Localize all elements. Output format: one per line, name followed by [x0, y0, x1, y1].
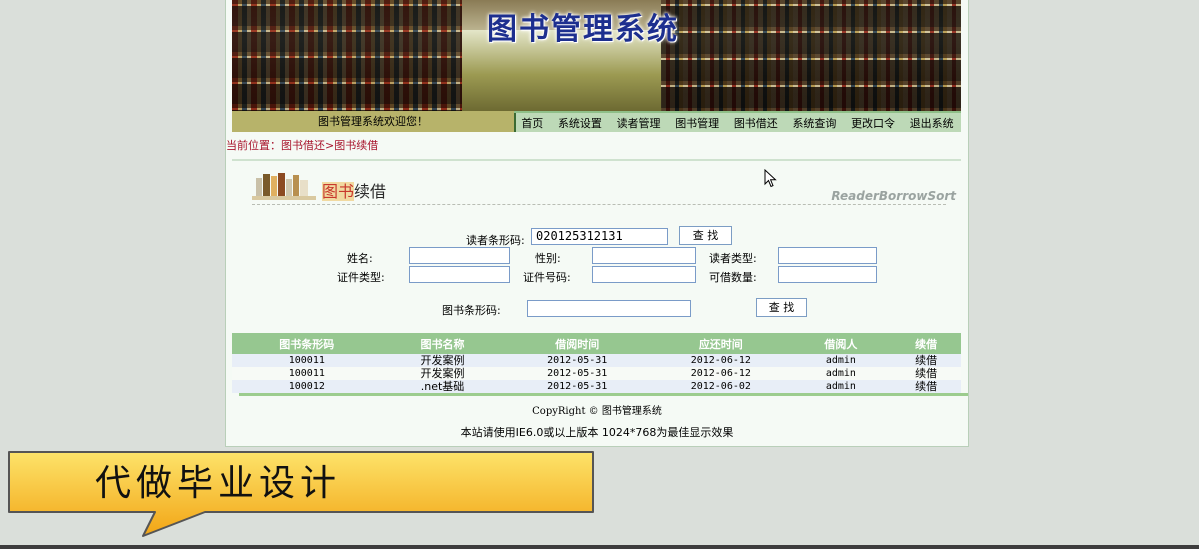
col-header-book-name: 图书名称 — [381, 333, 504, 354]
borrow-limit-field[interactable] — [778, 266, 877, 283]
section-divider — [252, 204, 946, 205]
borrow-table: 图书条形码 图书名称 借阅时间 应还时间 借阅人 续借 100011 开发案例 … — [232, 333, 961, 393]
section-header: 图书续借 ReaderBorrowSort — [252, 170, 956, 206]
mouse-cursor-icon — [764, 169, 777, 188]
gender-label: 性别: — [535, 252, 561, 265]
bookshelf-image-right — [661, 0, 961, 111]
footer-divider — [239, 393, 968, 396]
book-barcode-input[interactable] — [527, 300, 691, 317]
bottom-border — [0, 545, 1199, 549]
book-search-button[interactable]: 查 找 — [756, 298, 807, 317]
cell-book-name: 开发案例 — [381, 367, 504, 380]
col-header-borrow-date: 借阅时间 — [503, 333, 651, 354]
main-nav: 首页 系统设置 读者管理 图书管理 图书借还 系统查询 更改口令 退出系统 — [514, 111, 961, 132]
id-number-field[interactable] — [592, 266, 696, 283]
cell-borrower: admin — [790, 380, 892, 393]
nav-item-change-password[interactable]: 更改口令 — [851, 115, 895, 131]
renew-link[interactable]: 续借 — [891, 367, 961, 380]
reader-type-field[interactable] — [778, 247, 877, 264]
col-header-barcode: 图书条形码 — [232, 333, 382, 354]
nav-item-book-management[interactable]: 图书管理 — [675, 115, 719, 131]
cell-borrow-date: 2012-05-31 — [503, 380, 651, 393]
renew-link[interactable]: 续借 — [891, 380, 961, 393]
section-title: 图书续借 — [322, 178, 386, 202]
table-row: 100011 开发案例 2012-05-31 2012-06-12 admin … — [232, 367, 961, 380]
id-type-label: 证件类型: — [337, 271, 385, 284]
table-row: 100012 .net基础 2012-05-31 2012-06-02 admi… — [232, 380, 961, 393]
nav-item-reader-management[interactable]: 读者管理 — [617, 115, 661, 131]
cell-due-date: 2012-06-12 — [650, 354, 791, 367]
name-field[interactable] — [409, 247, 510, 264]
footer-copyright: CopyRight © 图书管理系统 — [532, 406, 662, 417]
section-title-prefix: 图书 — [322, 182, 355, 201]
reader-search-button[interactable]: 查 找 — [679, 226, 732, 245]
cell-barcode: 100011 — [232, 354, 382, 367]
cell-borrow-date: 2012-05-31 — [503, 367, 651, 380]
cell-barcode: 100012 — [232, 380, 382, 393]
book-barcode-label: 图书条形码: — [442, 304, 501, 317]
page-container: 图书管理系统 图书管理系统欢迎您！ 首页 系统设置 读者管理 图书管理 图书借还… — [225, 0, 969, 447]
section-title-suffix: 续借 — [354, 182, 387, 201]
cell-book-name: .net基础 — [381, 380, 504, 393]
col-header-renew: 续借 — [891, 333, 961, 354]
cell-book-name: 开发案例 — [381, 354, 504, 367]
cell-due-date: 2012-06-12 — [650, 367, 791, 380]
welcome-text: 图书管理系统欢迎您！ — [232, 111, 514, 132]
nav-separator — [514, 113, 516, 132]
id-number-label: 证件号码: — [523, 271, 571, 284]
table-row: 100011 开发案例 2012-05-31 2012-06-12 admin … — [232, 354, 961, 367]
banner-title: 图书管理系统 — [487, 12, 679, 47]
nav-item-system-query[interactable]: 系统查询 — [792, 115, 836, 131]
cell-borrow-date: 2012-05-31 — [503, 354, 651, 367]
name-label: 姓名: — [347, 252, 373, 265]
reader-barcode-input[interactable]: 020125312131 — [531, 228, 668, 245]
nav-item-logout[interactable]: 退出系统 — [910, 115, 954, 131]
renew-link[interactable]: 续借 — [891, 354, 961, 367]
cell-due-date: 2012-06-02 — [650, 380, 791, 393]
section-subtitle: ReaderBorrowSort — [831, 189, 956, 203]
borrow-limit-label: 可借数量: — [709, 271, 757, 284]
nav-item-home[interactable]: 首页 — [521, 115, 543, 131]
reader-type-label: 读者类型: — [709, 252, 757, 265]
nav-item-system-settings[interactable]: 系统设置 — [558, 115, 602, 131]
nav-item-borrow-return[interactable]: 图书借还 — [734, 115, 778, 131]
gender-field[interactable] — [592, 247, 696, 264]
reader-barcode-label: 读者条形码: — [466, 234, 525, 247]
bookshelf-image-left — [232, 0, 462, 111]
callout-text: 代做毕业设计 — [95, 463, 342, 504]
table-header-row: 图书条形码 图书名称 借阅时间 应还时间 借阅人 续借 — [232, 333, 961, 354]
cell-borrower: admin — [790, 354, 892, 367]
breadcrumb: 当前位置：图书借还>图书续借 — [226, 139, 379, 152]
footer-note: 本站请使用IE6.0或以上版本 1024*768为最佳显示效果 — [460, 426, 734, 439]
cell-barcode: 100011 — [232, 367, 382, 380]
header-banner: 图书管理系统 — [232, 0, 961, 111]
books-icon — [252, 173, 316, 200]
col-header-due-date: 应还时间 — [650, 333, 791, 354]
cell-borrower: admin — [790, 367, 892, 380]
divider — [232, 159, 961, 161]
col-header-borrower: 借阅人 — [790, 333, 892, 354]
id-type-field[interactable] — [409, 266, 510, 283]
